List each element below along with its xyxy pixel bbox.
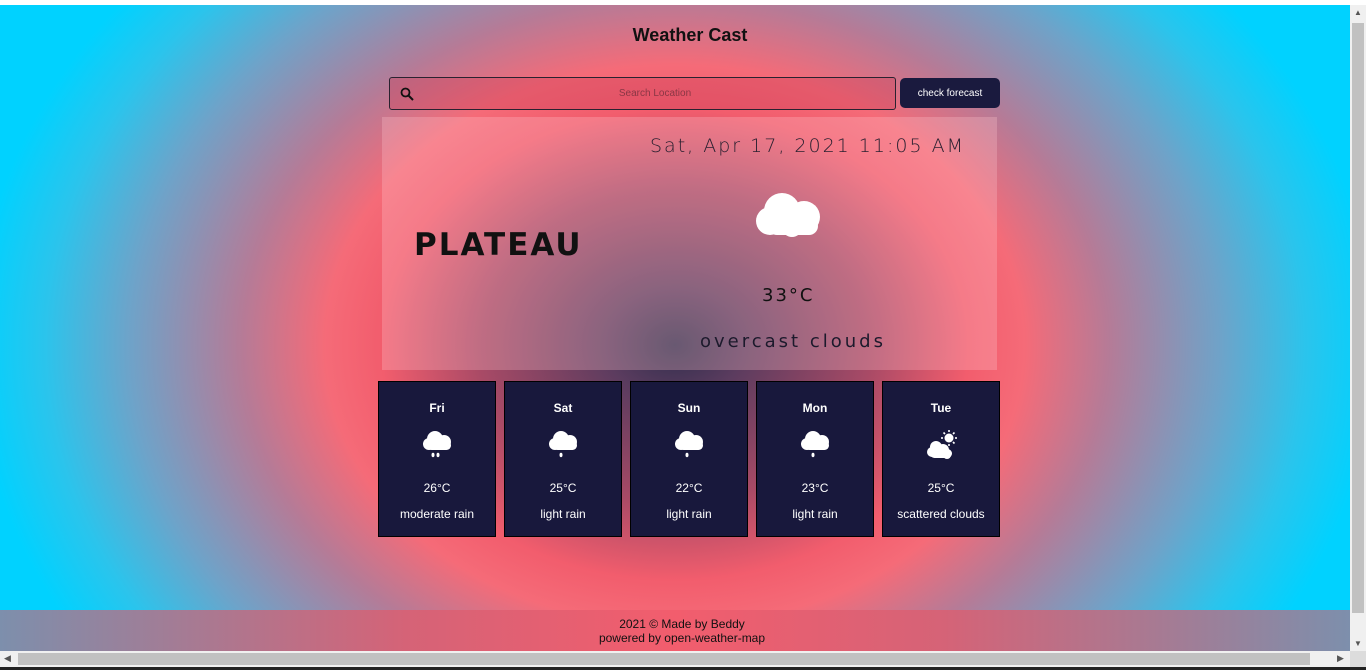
forecast-temperature: 22°C (675, 481, 703, 495)
current-temperature: 33°C (762, 285, 815, 306)
horizontal-scrollbar[interactable]: ◀ ▶ (0, 651, 1350, 667)
horizontal-scrollbar-thumb[interactable] (18, 653, 1310, 665)
current-weather-card: Sat, Apr 17, 2021 11:05 AM PLATEAU 33°C … (382, 117, 997, 370)
check-forecast-button[interactable]: check forecast (900, 78, 1000, 108)
search-box[interactable] (389, 77, 896, 110)
footer-credit: 2021 © Made by Beddy (619, 617, 745, 631)
forecast-day: Sat (553, 401, 573, 415)
forecast-day: Mon (802, 401, 828, 415)
forecast-card-sat: Sat 25°C light rain (504, 381, 622, 537)
rain-cloud-icon (423, 431, 451, 458)
sun-cloud-icon (927, 430, 957, 459)
cloud-icon (756, 193, 820, 237)
scrollbar-corner (1350, 651, 1366, 667)
forecast-temperature: 25°C (927, 481, 955, 495)
search-icon (400, 87, 414, 101)
forecast-description: scattered clouds (897, 507, 985, 521)
rain-cloud-icon (549, 431, 577, 458)
forecast-card-mon: Mon 23°C light rain (756, 381, 874, 537)
rain-cloud-icon (675, 431, 703, 458)
forecast-day: Tue (930, 401, 952, 415)
forecast-card-tue: Tue 25°C scattered clouds (882, 381, 1000, 537)
vertical-scrollbar-thumb[interactable] (1352, 23, 1364, 613)
forecast-card-sun: Sun 22°C light rain (630, 381, 748, 537)
page-title: Weather Cast (632, 25, 748, 45)
scroll-down-icon[interactable]: ▼ (1354, 639, 1362, 648)
current-description: overcast clouds (700, 331, 886, 352)
page-footer: 2021 © Made by Beddy powered by open-wea… (0, 610, 1350, 651)
forecast-description: light rain (666, 507, 712, 521)
forecast-card-fri: Fri 26°C moderate rain (378, 381, 496, 537)
search-input[interactable] (420, 78, 890, 109)
scroll-up-icon[interactable]: ▲ (1354, 8, 1362, 17)
city-name: PLATEAU (414, 227, 583, 263)
forecast-temperature: 25°C (549, 481, 577, 495)
footer-powered-by: powered by open-weather-map (598, 631, 766, 645)
forecast-description: light rain (792, 507, 838, 521)
rain-cloud-icon (801, 431, 829, 458)
page-background: Weather Cast check forecast Sat, Apr 17,… (0, 5, 1350, 610)
forecast-temperature: 23°C (801, 481, 829, 495)
scroll-right-icon[interactable]: ▶ (1337, 653, 1344, 664)
scroll-left-icon[interactable]: ◀ (4, 653, 11, 664)
forecast-day: Fri (429, 401, 445, 415)
vertical-scrollbar[interactable]: ▲ ▼ (1350, 5, 1366, 651)
page-viewport: Weather Cast check forecast Sat, Apr 17,… (0, 5, 1350, 651)
forecast-day: Sun (677, 401, 701, 415)
forecast-description: moderate rain (399, 507, 475, 521)
forecast-description: light rain (540, 507, 586, 521)
forecast-temperature: 26°C (423, 481, 451, 495)
current-date-time: Sat, Apr 17, 2021 11:05 AM (650, 135, 965, 157)
